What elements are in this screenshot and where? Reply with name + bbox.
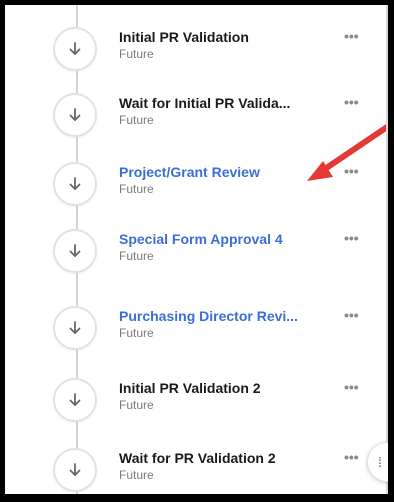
step-status-circle [53, 229, 97, 273]
workflow-step[interactable]: Purchasing Director Revi... Future ••• [5, 292, 388, 352]
step-title-link[interactable]: Special Form Approval 4 [119, 231, 327, 247]
arrow-down-icon [67, 462, 83, 478]
step-title-link[interactable]: Project/Grant Review [119, 164, 327, 180]
step-status: Future [119, 47, 154, 61]
step-title: Wait for Initial PR Valida... [119, 95, 291, 111]
more-options-button[interactable]: ••• [344, 95, 359, 109]
arrow-down-icon [67, 176, 83, 192]
step-status: Future [119, 113, 154, 127]
workflow-step[interactable]: Special Form Approval 4 Future ••• [5, 215, 388, 275]
step-status-circle [53, 306, 97, 350]
step-status-circle [53, 27, 97, 71]
workflow-step[interactable]: Initial PR Validation 2 Future ••• [5, 364, 388, 424]
more-options-button[interactable]: ••• [344, 308, 359, 322]
step-status: Future [119, 182, 154, 196]
arrow-down-icon [67, 392, 83, 408]
workflow-steps-panel: Initial PR Validation Future ••• Wait for I… [5, 5, 388, 494]
step-status: Future [119, 468, 154, 482]
more-options-button[interactable]: ••• [344, 380, 359, 394]
more-options-button[interactable]: ••• [344, 231, 359, 245]
arrow-down-icon [67, 41, 83, 57]
step-status: Future [119, 398, 154, 412]
arrow-down-icon [67, 107, 83, 123]
step-status-circle [53, 378, 97, 422]
step-title: Initial PR Validation 2 [119, 380, 261, 396]
step-status: Future [119, 249, 154, 263]
step-status: Future [119, 326, 154, 340]
handle-icon: ⁞ [378, 454, 382, 470]
step-status-circle [53, 448, 97, 492]
step-status-circle [53, 93, 97, 137]
step-status-circle [53, 162, 97, 206]
scrollbar[interactable] [386, 5, 388, 494]
step-title-link[interactable]: Purchasing Director Revi... [119, 308, 327, 324]
step-title: Initial PR Validation [119, 29, 249, 45]
arrow-down-icon [67, 320, 83, 336]
annotation-arrow [307, 122, 388, 181]
workflow-step[interactable]: Wait for PR Validation 2 Future ••• [5, 434, 388, 494]
more-options-button[interactable]: ••• [344, 29, 359, 43]
step-title: Wait for PR Validation 2 [119, 450, 276, 466]
workflow-step[interactable]: Initial PR Validation Future ••• [5, 13, 388, 73]
arrow-down-icon [67, 243, 83, 259]
more-options-button[interactable]: ••• [344, 450, 359, 464]
